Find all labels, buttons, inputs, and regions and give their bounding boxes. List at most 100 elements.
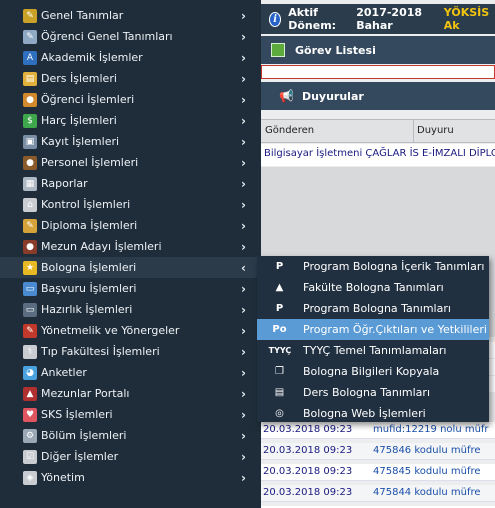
submenu-item[interactable]: Po Program Öğr.Çıktıları ve Yetkilileri	[257, 319, 489, 340]
sidebar-item[interactable]: ▭ Hazırlık İşlemleri ›	[0, 299, 261, 320]
sidebar-item[interactable]: ● Personel İşlemleri ›	[0, 152, 261, 173]
chevron-right-icon: ›	[241, 155, 246, 170]
sidebar-item[interactable]: ▲ Mezunlar Portalı ›	[0, 383, 261, 404]
log-date: 20.03.2018 09:23	[263, 487, 353, 498]
bologna-submenu: P Program Bologna İçerik Tanımları ▲ Fakült…	[257, 256, 489, 422]
sidebar-item[interactable]: ▦ Raporlar ›	[0, 173, 261, 194]
sidebar-item[interactable]: ✎ Öğrenci Genel Tanımları ›	[0, 26, 261, 47]
wrench-icon: ✎	[23, 29, 37, 44]
submenu-item-label: Bologna Bilgileri Kopyala	[303, 365, 440, 378]
chevron-right-icon: ›	[241, 8, 246, 23]
chevron-right-icon: ›	[241, 449, 246, 464]
sidebar-item[interactable]: ⚕ Tıp Fakültesi İşlemleri ›	[0, 341, 261, 362]
chevron-left-icon: ‹	[241, 260, 246, 275]
document-icon: A	[23, 50, 37, 65]
heart-icon: ♥	[23, 407, 37, 422]
submenu-item[interactable]: ▲ Fakülte Bologna Tanımları	[257, 277, 489, 298]
sidebar-item[interactable]: ▭ Başvuru İşlemleri ›	[0, 278, 261, 299]
sidebar-item[interactable]: ● Mezun Adayı İşlemleri ›	[0, 236, 261, 257]
submenu-item[interactable]: ▤ Ders Bologna Tanımları	[257, 382, 489, 403]
sidebar-item[interactable]: ✎ Diploma İşlemleri ›	[0, 215, 261, 236]
active-term-value: 2017-2018 Bahar	[356, 6, 423, 32]
submenu-item[interactable]: P Program Bologna Tanımları	[257, 298, 489, 319]
sidebar-item[interactable]: ● Öğrenci İşlemleri ›	[0, 89, 261, 110]
sidebar-item[interactable]: ♥ SKS İşlemleri ›	[0, 404, 261, 425]
sidebar-item[interactable]: ▤ Ders İşlemleri ›	[0, 68, 261, 89]
chevron-right-icon: ›	[241, 197, 246, 212]
chevron-right-icon: ›	[241, 302, 246, 317]
sidebar-item-label: Personel İşlemleri	[41, 156, 139, 169]
yoksis-label[interactable]: YÖKSİS Ak	[444, 6, 495, 32]
chevron-right-icon: ›	[241, 113, 246, 128]
table-row[interactable]: 20.03.2018 09:23 mufid:12219 nolu müfr	[261, 422, 495, 439]
sidebar-item-label: Raporlar	[41, 177, 88, 190]
submenu-item-label: Program Öğr.Çıktıları ve Yetkilileri	[303, 323, 487, 336]
graduation-cap-icon: ▲	[23, 386, 37, 401]
task-list-header[interactable]: Görev Listesi	[261, 36, 495, 64]
submenu-item[interactable]: P Program Bologna İçerik Tanımları	[257, 256, 489, 277]
sidebar-item[interactable]: ◈ Yönetim ›	[0, 467, 261, 488]
submenu-item[interactable]: TYYÇ TYYÇ Temel Tanımlamaları	[257, 340, 489, 361]
sidebar-item-label: Ders İşlemleri	[41, 72, 117, 85]
sidebar-item[interactable]: ★ Bologna İşlemleri ‹	[0, 257, 261, 278]
column-header-sender[interactable]: Gönderen	[265, 125, 314, 136]
sidebar-item-label: Öğrenci Genel Tanımları	[41, 30, 173, 43]
sidebar-item[interactable]: ☑ Diğer İşlemler ›	[0, 446, 261, 467]
sidebar-item-label: Hazırlık İşlemleri	[41, 303, 133, 316]
task-list-icon	[271, 43, 285, 57]
chevron-right-icon: ›	[241, 92, 246, 107]
sidebar-item-label: Kayıt İşlemleri	[41, 135, 120, 148]
chevron-right-icon: ›	[241, 344, 246, 359]
sidebar-item[interactable]: $ Harç İşlemleri ›	[0, 110, 261, 131]
chevron-right-icon: ›	[241, 29, 246, 44]
main-content: i Aktif Dönem: 2017-2018 Bahar YÖKSİS Ak…	[261, 0, 495, 508]
sidebar-item-label: Yönetim	[41, 471, 85, 484]
log-text: 475845 kodulu müfre	[373, 466, 481, 477]
book-icon: ▤	[23, 71, 37, 86]
log-text: 475846 kodulu müfre	[373, 445, 481, 456]
person-icon: ●	[23, 155, 37, 170]
money-icon: $	[23, 113, 37, 128]
log-date: 20.03.2018 09:23	[263, 445, 353, 456]
chevron-right-icon: ›	[241, 470, 246, 485]
table-row[interactable]: 20.03.2018 09:23 475845 kodulu müfre	[261, 464, 495, 481]
chevron-right-icon: ›	[241, 407, 246, 422]
task-list-body	[261, 65, 495, 79]
sidebar-item[interactable]: ✎ Genel Tanımlar ›	[0, 5, 261, 26]
chevron-right-icon: ›	[241, 281, 246, 296]
sidebar-item-label: Tıp Fakültesi İşlemleri	[41, 345, 160, 358]
announcement-row[interactable]: Bilgisayar İşletmeni ÇAĞLAR İS E-İMZALI …	[261, 144, 495, 166]
sidebar-item[interactable]: ⌂ Kontrol İşlemleri ›	[0, 194, 261, 215]
sidebar-item[interactable]: ◕ Anketler ›	[0, 362, 261, 383]
megaphone-icon: 📢	[279, 89, 294, 103]
submenu-item[interactable]: ❐ Bologna Bilgileri Kopyala	[257, 361, 489, 382]
sidebar-item[interactable]: ▣ Kayıt İşlemleri ›	[0, 131, 261, 152]
info-icon: i	[269, 11, 282, 27]
sidebar-item[interactable]: ⚙ Bölüm İşlemleri ›	[0, 425, 261, 446]
chevron-right-icon: ›	[241, 428, 246, 443]
sidebar-item-label: Genel Tanımlar	[41, 9, 124, 22]
graduation-cap-icon: ▲	[275, 282, 284, 293]
report-icon: ▦	[23, 176, 37, 191]
shield-icon: ◈	[23, 470, 37, 485]
announcements-title: Duyurular	[301, 89, 364, 103]
chevron-right-icon: ›	[241, 176, 246, 191]
table-row[interactable]: 20.03.2018 09:23 475844 kodulu müfre	[261, 485, 495, 502]
table-row[interactable]: 20.03.2018 09:23 475846 kodulu müfre	[261, 443, 495, 460]
submenu-item[interactable]: ◎ Bologna Web İşlemleri	[257, 403, 489, 424]
monitor-icon: ▭	[23, 281, 37, 296]
program-content-icon: P	[275, 261, 284, 272]
diploma-icon: ✎	[23, 218, 37, 233]
task-list-title: Görev Listesi	[295, 43, 376, 57]
sidebar-item-label: Diploma İşlemleri	[41, 219, 138, 232]
announcements-header[interactable]: 📢 Duyurular	[261, 82, 495, 110]
sidebar-item-label: SKS İşlemleri	[41, 408, 113, 421]
graduate-icon: ●	[23, 239, 37, 254]
sidebar-item[interactable]: A Akademik İşlemler ›	[0, 47, 261, 68]
star-icon: ★	[23, 260, 37, 275]
sidebar-item[interactable]: ✎ Yönetmelik ve Yönergeler ›	[0, 320, 261, 341]
sidebar-item-label: Harç İşlemleri	[41, 114, 117, 127]
column-header-announcement[interactable]: Duyuru	[417, 125, 454, 136]
sidebar-item-label: Başvuru İşlemleri	[41, 282, 137, 295]
globe-icon: ◎	[275, 408, 284, 419]
